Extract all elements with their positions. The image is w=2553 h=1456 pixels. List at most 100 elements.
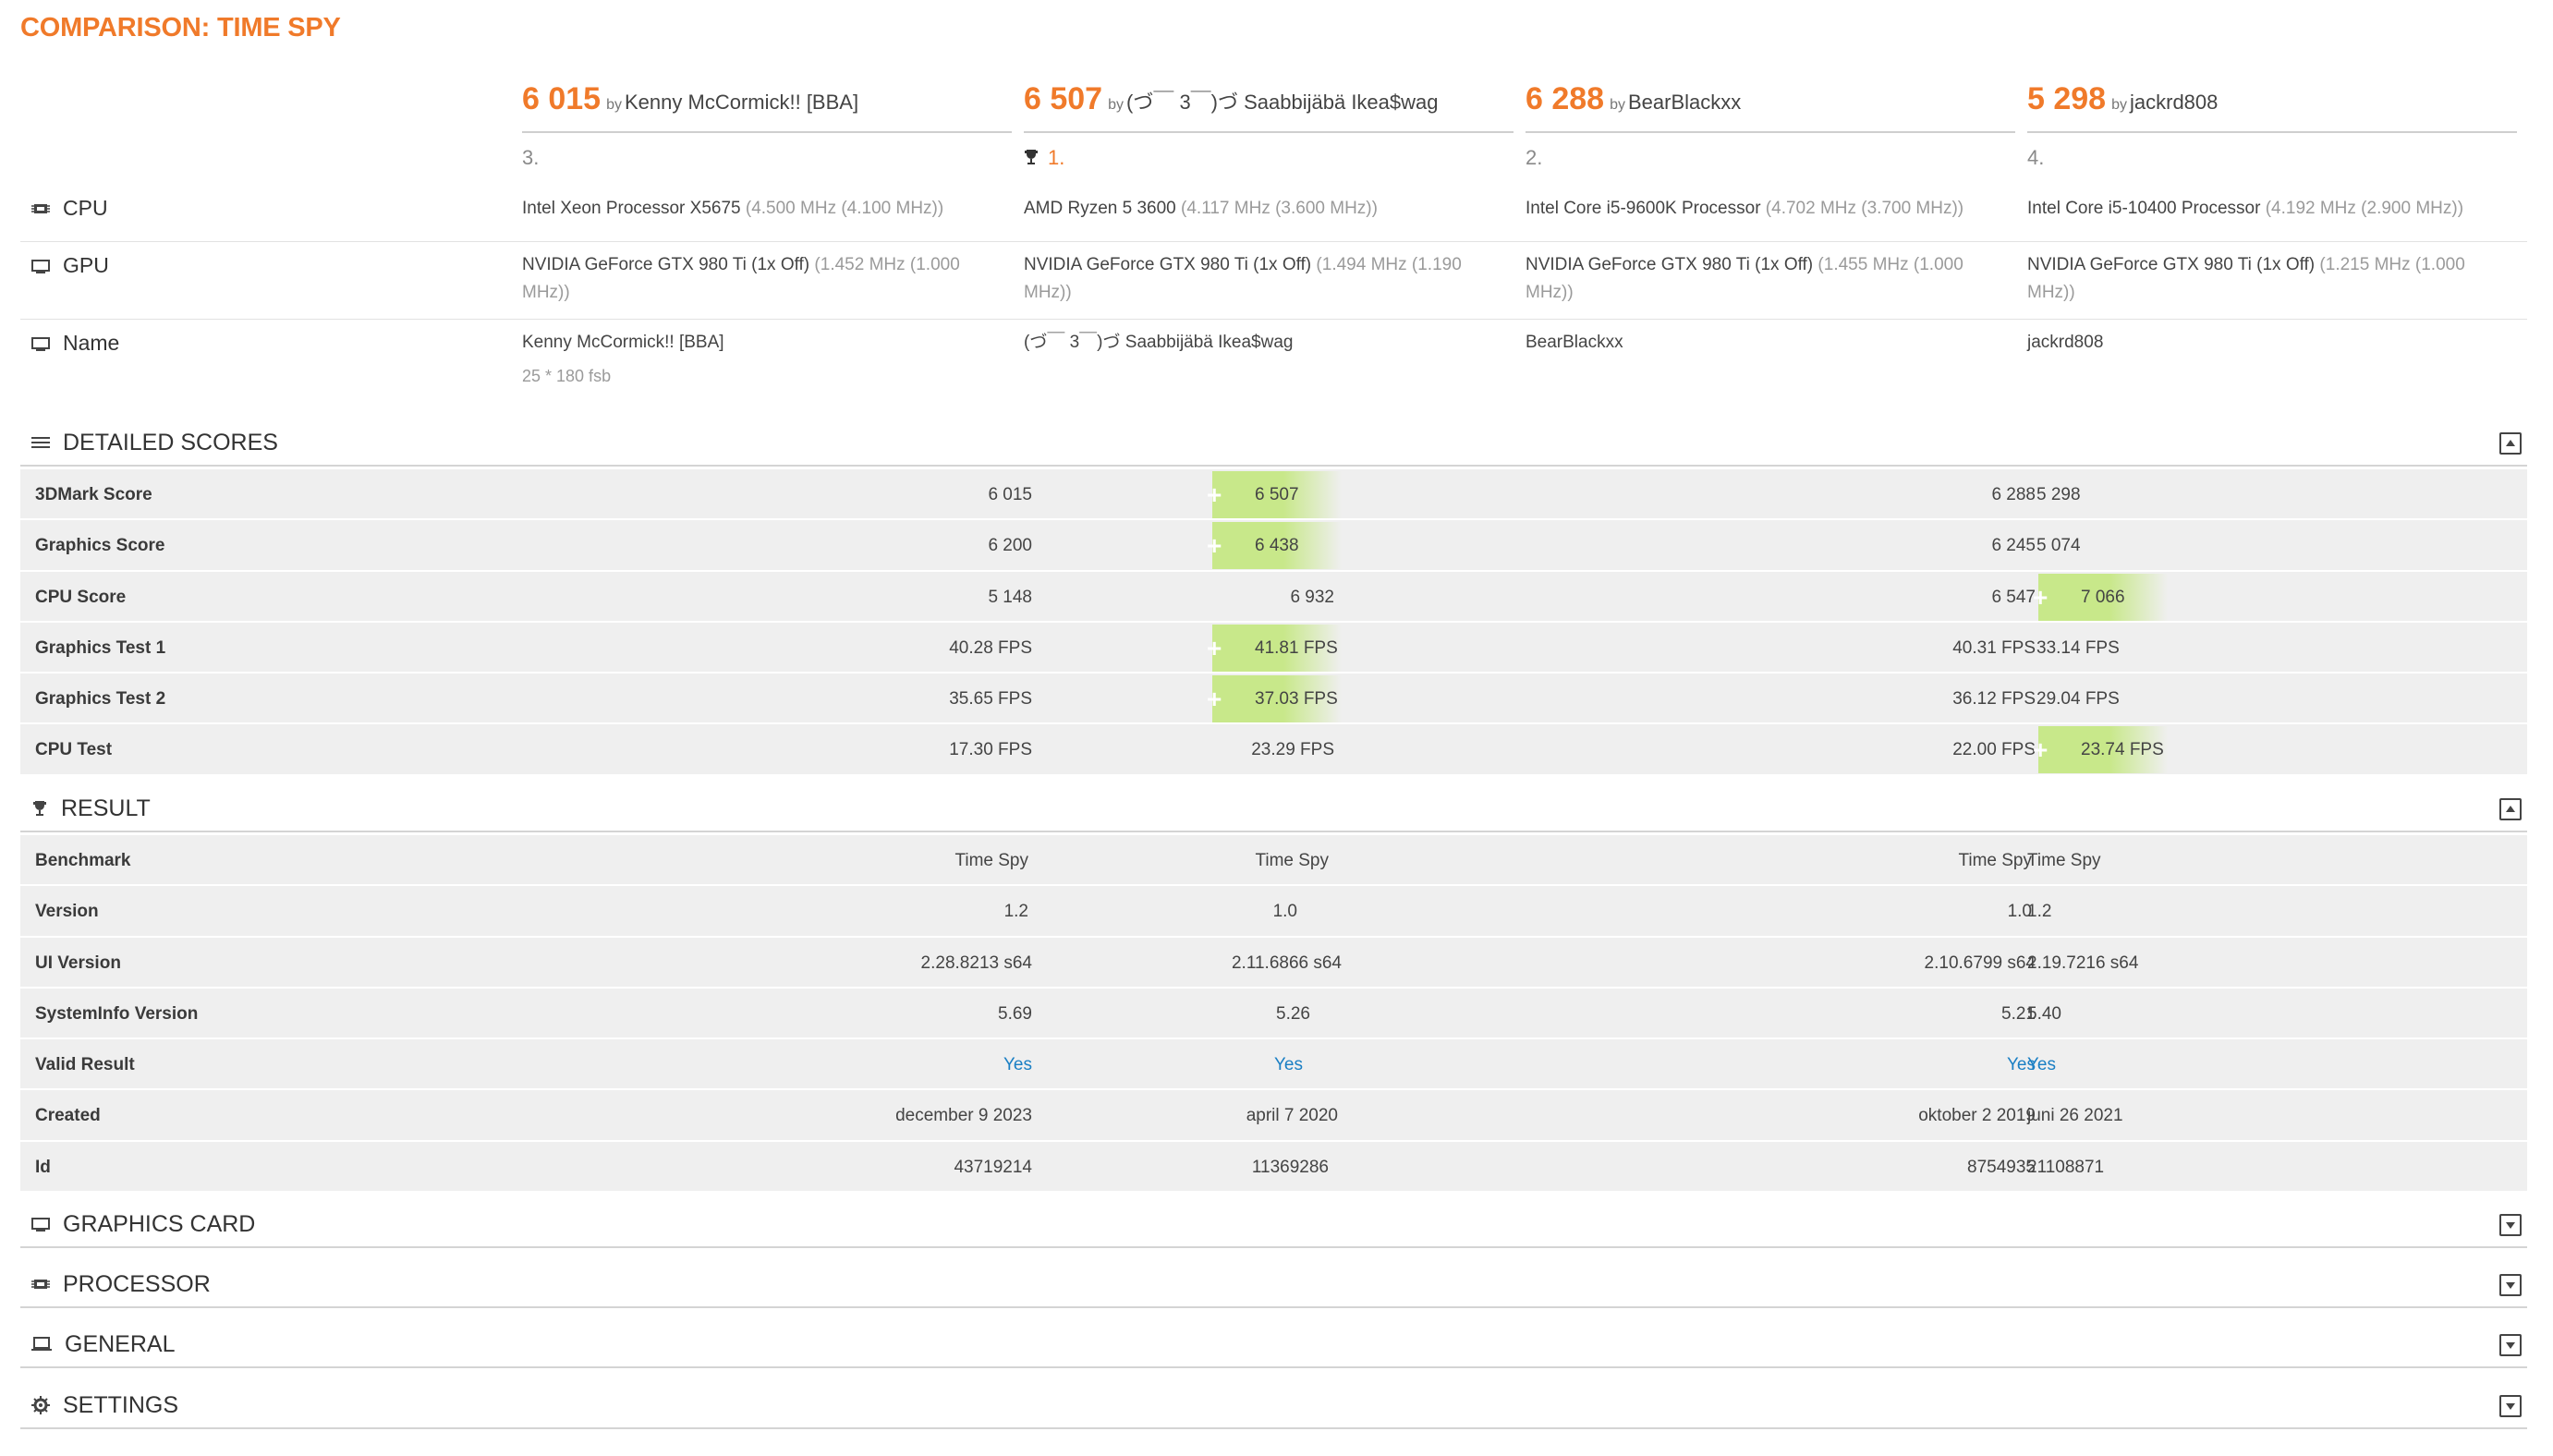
general-header[interactable]: GENERAL <box>20 1322 2527 1368</box>
section-title: GRAPHICS CARD <box>20 1211 255 1238</box>
best-score-value: 37.03 FPS <box>1255 689 1338 710</box>
best-score-cell: +41.81 FPS <box>1207 624 1342 672</box>
spec-text: (4.500 MHz (4.100 MHz)) <box>745 199 944 218</box>
result-table: Benchmark Time Spy Time Spy Time Spy Tim… <box>20 835 2527 1194</box>
table-cell: 2.19.7216 s64 <box>2027 952 2139 973</box>
valid-result-link[interactable]: Yes <box>1526 1039 2036 1090</box>
entry-username[interactable]: Kenny McCormick!! [BBA] <box>625 91 858 114</box>
row-label: Graphics Test 1 <box>35 637 166 658</box>
by-label: by <box>2111 97 2127 113</box>
table-cell: april 7 2020 <box>1246 1106 1338 1126</box>
table-cell: 23.29 FPS <box>1251 740 1334 760</box>
table-row: Id 43719214 11369286 8754935 21108871 <box>20 1141 2527 1194</box>
table-cell: 17.30 FPS <box>949 740 1032 760</box>
spec-text: NVIDIA GeForce GTX 980 Ti (1x Off) <box>1024 255 1312 274</box>
entry-username[interactable]: jackrd808 <box>2130 91 2218 114</box>
name-row: Name Kenny McCormick!! [BBA] 25 * 180 fsb… <box>20 320 2527 406</box>
table-cell: Time Spy <box>1958 851 2032 870</box>
row-label: CPU Score <box>35 587 127 607</box>
table-cell: Time Spy <box>954 851 1028 870</box>
row-label: Id <box>35 1157 51 1177</box>
by-label: by <box>1610 97 1625 113</box>
table-cell: 6 015 <box>988 485 1032 504</box>
table-row: UI Version 2.28.8213 s64 2.11.6866 s64 2… <box>20 937 2527 989</box>
table-cell: 35.65 FPS <box>949 689 1032 710</box>
expand-icon[interactable] <box>2499 1334 2522 1356</box>
table-row: CPU Test 17.30 FPS 23.29 FPS 22.00 FPS +… <box>20 724 2527 776</box>
best-score-value: 7 066 <box>2081 587 2125 607</box>
plus-icon: + <box>2033 735 2048 765</box>
spec-text: Intel Core i5-9600K Processor <box>1526 199 1761 218</box>
plus-icon: + <box>1207 685 1222 714</box>
label-text: DETAILED SCORES <box>63 429 278 455</box>
entry-score: 6 507 <box>1024 81 1103 116</box>
table-row: Valid Result Yes Yes Yes Yes <box>20 1039 2527 1091</box>
table-cell: 33.14 FPS <box>2036 637 2120 658</box>
valid-result-link[interactable]: Yes <box>522 1039 1032 1090</box>
row-label: Benchmark <box>35 851 131 870</box>
cpu-icon <box>31 1280 50 1289</box>
collapse-icon[interactable] <box>2499 798 2522 820</box>
gpu-value-1: NVIDIA GeForce GTX 980 Ti (1x Off) (1.45… <box>522 251 1003 307</box>
settings-header[interactable]: SETTINGS <box>20 1383 2527 1429</box>
entry-score: 5 298 <box>2027 81 2107 116</box>
entry-header-1[interactable]: 6 015 by Kenny McCormick!! [BBA] <box>522 81 1012 133</box>
table-cell: 5.69 <box>998 1003 1032 1024</box>
best-score-cell: +7 066 <box>2033 573 2168 621</box>
row-label: 3DMark Score <box>35 485 152 504</box>
page-title: COMPARISON: TIME SPY <box>20 13 341 42</box>
best-score-value: 41.81 FPS <box>1255 637 1338 658</box>
gear-icon <box>31 1396 50 1414</box>
label-text: Name <box>63 331 120 355</box>
table-cell: 40.28 FPS <box>949 637 1032 658</box>
cpu-value-3: Intel Core i5-9600K Processor (4.702 MHz… <box>1526 195 1963 223</box>
table-cell: 29.04 FPS <box>2036 689 2120 710</box>
label-text: GENERAL <box>65 1330 176 1357</box>
valid-result-link[interactable]: Yes <box>1024 1039 1303 1090</box>
expand-icon[interactable] <box>2499 1395 2522 1417</box>
result-header[interactable]: RESULT <box>20 786 2527 832</box>
entry-username[interactable]: BearBlackxx <box>1628 91 1741 114</box>
expand-icon[interactable] <box>2499 1214 2522 1236</box>
valid-result-link[interactable]: Yes <box>2027 1039 2056 1090</box>
table-cell: 43719214 <box>954 1157 1032 1177</box>
table-cell: december 9 2023 <box>895 1106 1032 1126</box>
label-text: GRAPHICS CARD <box>63 1210 256 1237</box>
plus-icon: + <box>2033 582 2048 612</box>
label-text: RESULT <box>61 795 151 821</box>
table-cell: 40.31 FPS <box>1952 637 2036 658</box>
table-cell: 5.21 <box>2001 1003 2036 1024</box>
table-cell: 5 074 <box>2036 536 2081 556</box>
entry-username[interactable]: (づ￣ 3￣)づ Saabbijäbä Ikea$wag <box>1126 91 1439 114</box>
table-cell: 6 288 <box>1991 485 2036 504</box>
table-cell: 2.10.6799 s64 <box>1924 952 2036 973</box>
collapse-icon[interactable] <box>2499 432 2522 455</box>
label-text: CPU <box>63 196 108 220</box>
row-label: SystemInfo Version <box>35 1003 199 1024</box>
graphics-card-header[interactable]: GRAPHICS CARD <box>20 1202 2527 1248</box>
cpu-value-2: AMD Ryzen 5 3600 (4.117 MHz (3.600 MHz)) <box>1024 195 1378 223</box>
best-score-cell: +23.74 FPS <box>2033 726 2168 774</box>
best-score-cell: +6 438 <box>1207 522 1342 570</box>
entry-header-2[interactable]: 6 507 by (づ￣ 3￣)づ Saabbijäbä Ikea$wag <box>1024 81 1514 133</box>
expand-icon[interactable] <box>2499 1274 2522 1296</box>
gpu-value-4: NVIDIA GeForce GTX 980 Ti (1x Off) (1.21… <box>2027 251 2508 307</box>
trophy-icon <box>1025 150 1038 164</box>
table-row: Graphics Test 2 35.65 FPS +37.03 FPS 36.… <box>20 673 2527 725</box>
table-cell: 8754935 <box>1967 1157 2036 1177</box>
table-cell: 6 200 <box>988 536 1032 556</box>
processor-header[interactable]: PROCESSOR <box>20 1262 2527 1308</box>
name-note: 25 * 180 fsb <box>522 367 612 385</box>
detailed-scores-header[interactable]: DETAILED SCORES <box>20 420 2527 467</box>
best-score-cell: +6 507 <box>1207 471 1342 518</box>
laptop-icon <box>31 1337 52 1351</box>
entry-header-4[interactable]: 5 298 by jackrd808 <box>2027 81 2517 133</box>
spec-text: Intel Xeon Processor X5675 <box>522 199 741 218</box>
entry-header-3[interactable]: 6 288 by BearBlackxx <box>1526 81 2015 133</box>
table-cell: 36.12 FPS <box>1952 689 2036 710</box>
cpu-value-4: Intel Core i5-10400 Processor (4.192 MHz… <box>2027 195 2463 223</box>
cpu-label: CPU <box>31 196 108 221</box>
best-score-value: 6 438 <box>1255 536 1299 556</box>
plus-icon: + <box>1207 633 1222 662</box>
spec-text: Intel Core i5-10400 Processor <box>2027 199 2261 218</box>
